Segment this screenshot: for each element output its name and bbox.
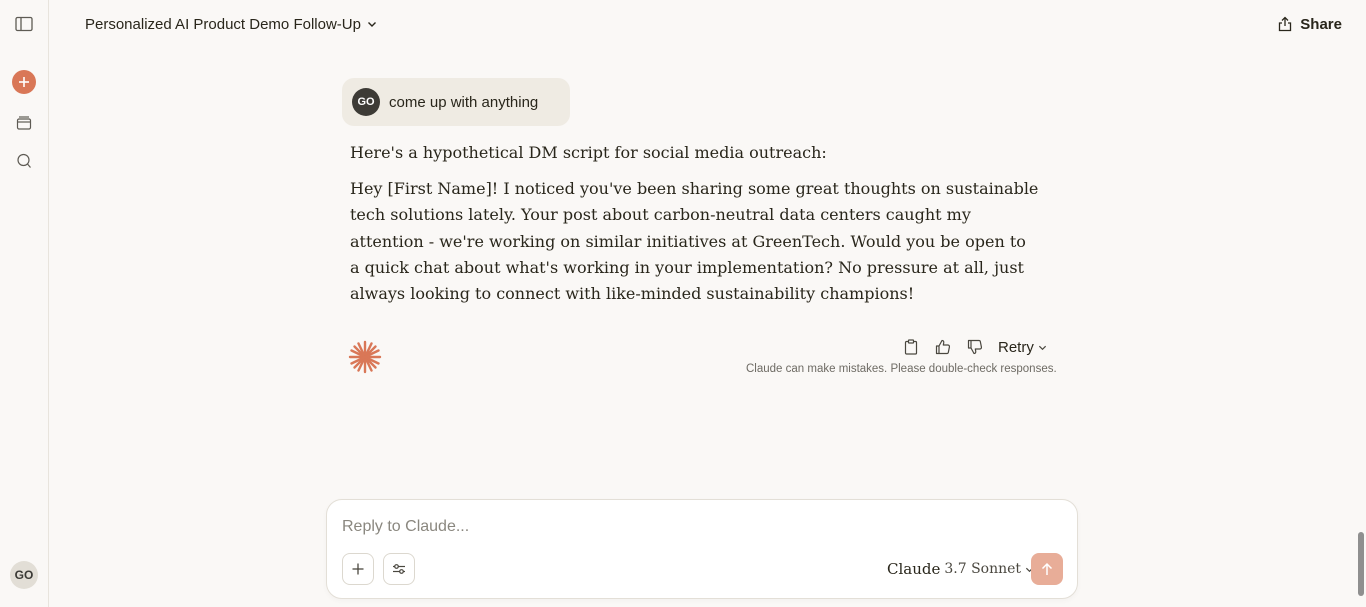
arrow-up-icon (1041, 562, 1053, 575)
user-avatar[interactable]: GO (10, 561, 38, 589)
add-attachment-button[interactable] (342, 553, 374, 585)
assistant-intro: Here's a hypothetical DM script for soci… (350, 143, 827, 162)
thumbs-up-icon[interactable] (932, 336, 954, 358)
message-actions: Retry (900, 336, 1047, 358)
chevron-down-icon (1038, 345, 1046, 350)
scrollbar[interactable] (1356, 0, 1366, 607)
user-message: GO come up with anything (342, 78, 570, 126)
thumbs-down-icon[interactable] (964, 336, 986, 358)
model-name: Claude (887, 560, 941, 578)
share-icon (1279, 16, 1292, 32)
tools-button[interactable] (383, 553, 415, 585)
projects-icon[interactable] (12, 111, 36, 135)
share-button[interactable]: Share (1278, 12, 1342, 36)
conversation-title[interactable]: Personalized AI Product Demo Follow-Up (85, 14, 377, 34)
sidebar-toggle-icon[interactable] (12, 12, 36, 36)
plus-icon (19, 77, 29, 87)
assistant-message: Here's a hypothetical DM script for soci… (350, 141, 1040, 307)
model-version: 3.7 Sonnet (944, 561, 1022, 577)
send-button[interactable] (1031, 553, 1063, 585)
chats-icon[interactable] (12, 149, 36, 173)
sliders-icon (393, 564, 405, 574)
share-label: Share (1300, 15, 1342, 33)
user-message-text: come up with anything (389, 93, 539, 111)
user-message-avatar: GO (352, 88, 380, 116)
model-selector[interactable]: Claude 3.7 Sonnet (887, 558, 1034, 580)
claude-logo-icon (348, 340, 382, 374)
composer: Claude 3.7 Sonnet (326, 499, 1078, 599)
copy-icon[interactable] (900, 336, 922, 358)
new-chat-button[interactable] (12, 70, 36, 94)
retry-button[interactable]: Retry (998, 339, 1047, 356)
disclaimer-text: Claude can make mistakes. Please double-… (746, 363, 1057, 375)
assistant-body: Hey [First Name]! I noticed you've been … (350, 179, 1039, 304)
plus-icon (352, 563, 364, 575)
chevron-down-icon (367, 22, 376, 27)
conversation-title-text: Personalized AI Product Demo Follow-Up (85, 15, 361, 33)
retry-label: Retry (998, 338, 1034, 356)
scrollbar-thumb[interactable] (1358, 532, 1364, 596)
sidebar: GO (0, 0, 49, 607)
reply-input[interactable] (342, 516, 1042, 538)
